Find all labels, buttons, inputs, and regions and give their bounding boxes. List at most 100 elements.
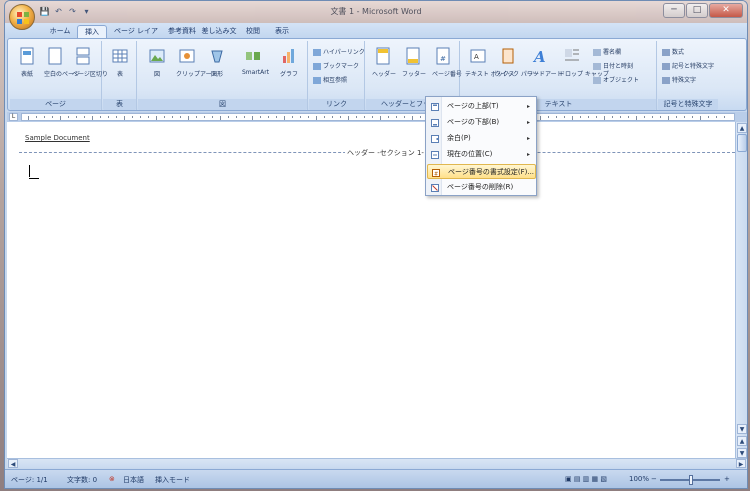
ruler-tick (84, 116, 85, 118)
close-button[interactable]: ✕ (709, 3, 743, 18)
scroll-left-arrow-icon[interactable]: ◀ (8, 459, 18, 468)
tab-review[interactable]: 校閲 (239, 25, 267, 38)
footer-button[interactable]: フッター (402, 47, 426, 78)
word-count-status[interactable]: 文字数: 0 (67, 475, 97, 485)
quick-parts-icon (502, 48, 514, 64)
page-break-button[interactable]: ページ区切り (72, 47, 108, 78)
signature-line-button[interactable]: 署名欄 (593, 47, 621, 56)
vertical-scrollbar[interactable]: ▲ ▼ ▲ ▼ (735, 122, 747, 458)
ruler-tick (124, 116, 125, 120)
horizontal-scrollbar[interactable]: ◀ ▶ (7, 458, 747, 468)
text-box-button[interactable]: A テキスト ボックス (465, 47, 515, 78)
ruler-tick (724, 116, 725, 118)
page-number-menu: ページの上部(T) ▸ ページの下部(B) ▸ 余白(P) ▸ 現在の位置(C)… (425, 96, 537, 196)
ruler-tick (364, 116, 365, 118)
language-status[interactable]: 日本語 (123, 475, 144, 485)
chart-button[interactable]: グラフ (278, 47, 300, 78)
equation-button[interactable]: 数式 (662, 47, 684, 56)
zoom-level[interactable]: 100% (629, 475, 649, 483)
tab-selector[interactable]: L (9, 113, 18, 121)
picture-button[interactable]: 図 (146, 47, 168, 78)
ruler-tick (28, 116, 29, 120)
previous-page-icon[interactable]: ▲ (737, 436, 747, 446)
menu-item-page-margins[interactable]: 余白(P) ▸ (427, 131, 536, 146)
zoom-slider-thumb[interactable] (689, 475, 693, 485)
bookmark-button[interactable]: ブックマーク (313, 61, 359, 70)
insert-mode-status[interactable]: 挿入モード (155, 475, 190, 485)
current-position-icon (431, 151, 439, 159)
zoom-out-icon[interactable]: − (651, 475, 657, 483)
symbol-button[interactable]: 記号と特殊文字 (662, 61, 714, 70)
special-char-button[interactable]: 特殊文字 (662, 75, 696, 84)
window-title: 文書 1 - Microsoft Word (330, 7, 422, 16)
ruler-tick (596, 116, 597, 118)
view-buttons: ▣ ▤ ▥ ▦ ▧ (565, 475, 607, 483)
wordart-icon: A (532, 48, 546, 65)
blank-page-button[interactable]: 空白のページ (44, 47, 80, 78)
paragraph-mark (29, 178, 39, 179)
submenu-arrow-icon: ▸ (526, 103, 530, 110)
ruler-tick (244, 116, 245, 118)
tab-page-layout[interactable]: ページ レイアウト (111, 25, 161, 47)
next-page-icon[interactable]: ▼ (737, 448, 747, 458)
office-button[interactable] (9, 4, 35, 30)
maximize-button[interactable]: □ (686, 3, 708, 18)
page-count-status[interactable]: ページ: 1/1 (11, 475, 48, 485)
header-button[interactable]: ヘッダー (372, 47, 396, 78)
ruler-tick (692, 116, 693, 118)
group-links: ハイパーリンク ブックマーク 相互参照 リンク (309, 41, 365, 110)
table-button[interactable]: 表 (109, 47, 131, 78)
submenu-arrow-icon: ▸ (526, 135, 530, 142)
smartart-button[interactable]: SmartArt (242, 47, 269, 76)
clip-art-button[interactable]: クリップアート (176, 47, 218, 78)
object-button[interactable]: オブジェクト (593, 75, 639, 84)
group-label-pages: ページ (10, 99, 101, 110)
text-box-icon: A (470, 49, 486, 63)
tab-references[interactable]: 参考資料 (165, 25, 199, 38)
vertical-scroll-thumb[interactable] (737, 134, 747, 152)
cover-page-button[interactable]: 表紙 (16, 47, 38, 78)
tab-view[interactable]: 表示 (269, 25, 295, 38)
footer-icon (406, 47, 420, 65)
tab-insert[interactable]: 挿入 (77, 25, 107, 38)
date-time-button[interactable]: 日付と時刻 (593, 61, 633, 70)
title-bar: 💾 ↶ ↷ ▾ 文書 1 - Microsoft Word ─ □ ✕ (5, 1, 747, 23)
minimize-button[interactable]: ─ (663, 3, 685, 18)
ruler-tick (140, 116, 141, 118)
drop-cap-button[interactable]: ドロップ キャップ (559, 47, 609, 78)
page-number-button[interactable]: # ページ番号 (432, 47, 462, 78)
ruler-tick (620, 116, 621, 118)
ruler-tick (148, 116, 149, 118)
proofing-error-icon[interactable]: ⊗ (109, 475, 115, 483)
shapes-button[interactable]: 図形 (206, 47, 228, 78)
ruler-tick (284, 116, 285, 120)
ruler-tick (332, 116, 333, 118)
ruler-tick (348, 116, 349, 120)
horizontal-ruler[interactable] (21, 113, 735, 121)
svg-text:A: A (474, 53, 479, 61)
page-margins-icon (431, 135, 439, 143)
ruler-tick (156, 116, 157, 120)
tab-mailings[interactable]: 差し込み文書 (201, 25, 237, 47)
tab-home[interactable]: ホーム (47, 25, 73, 38)
smartart-icon (246, 52, 260, 60)
document-area[interactable]: Sample Document ヘッダー -セクション 1- (7, 122, 735, 458)
quick-parts-button[interactable]: クイック パーツ (495, 47, 539, 78)
menu-item-top-of-page[interactable]: ページの上部(T) ▸ (427, 99, 536, 114)
hyperlink-button[interactable]: ハイパーリンク (313, 47, 365, 56)
menu-item-remove-page-numbers[interactable]: ページ番号の削除(R) (427, 180, 536, 195)
menu-item-bottom-of-page[interactable]: ページの下部(B) ▸ (427, 115, 536, 130)
wordart-button[interactable]: A ワードアート (527, 47, 563, 78)
cross-reference-button[interactable]: 相互参照 (313, 75, 347, 84)
menu-item-current-position[interactable]: 現在の位置(C) ▸ (427, 147, 536, 162)
scroll-up-arrow-icon[interactable]: ▲ (737, 123, 747, 133)
header-icon (376, 47, 390, 65)
scroll-right-arrow-icon[interactable]: ▶ (736, 459, 746, 468)
scroll-down-arrow-icon[interactable]: ▼ (737, 424, 747, 434)
bottom-of-page-icon (431, 119, 439, 127)
ruler-tick (260, 116, 261, 118)
menu-item-format-page-numbers[interactable]: # ページ番号の書式設定(F)... (427, 164, 536, 179)
ruler-tick (172, 116, 173, 118)
ruler-tick (308, 116, 309, 118)
zoom-in-icon[interactable]: + (724, 475, 730, 483)
